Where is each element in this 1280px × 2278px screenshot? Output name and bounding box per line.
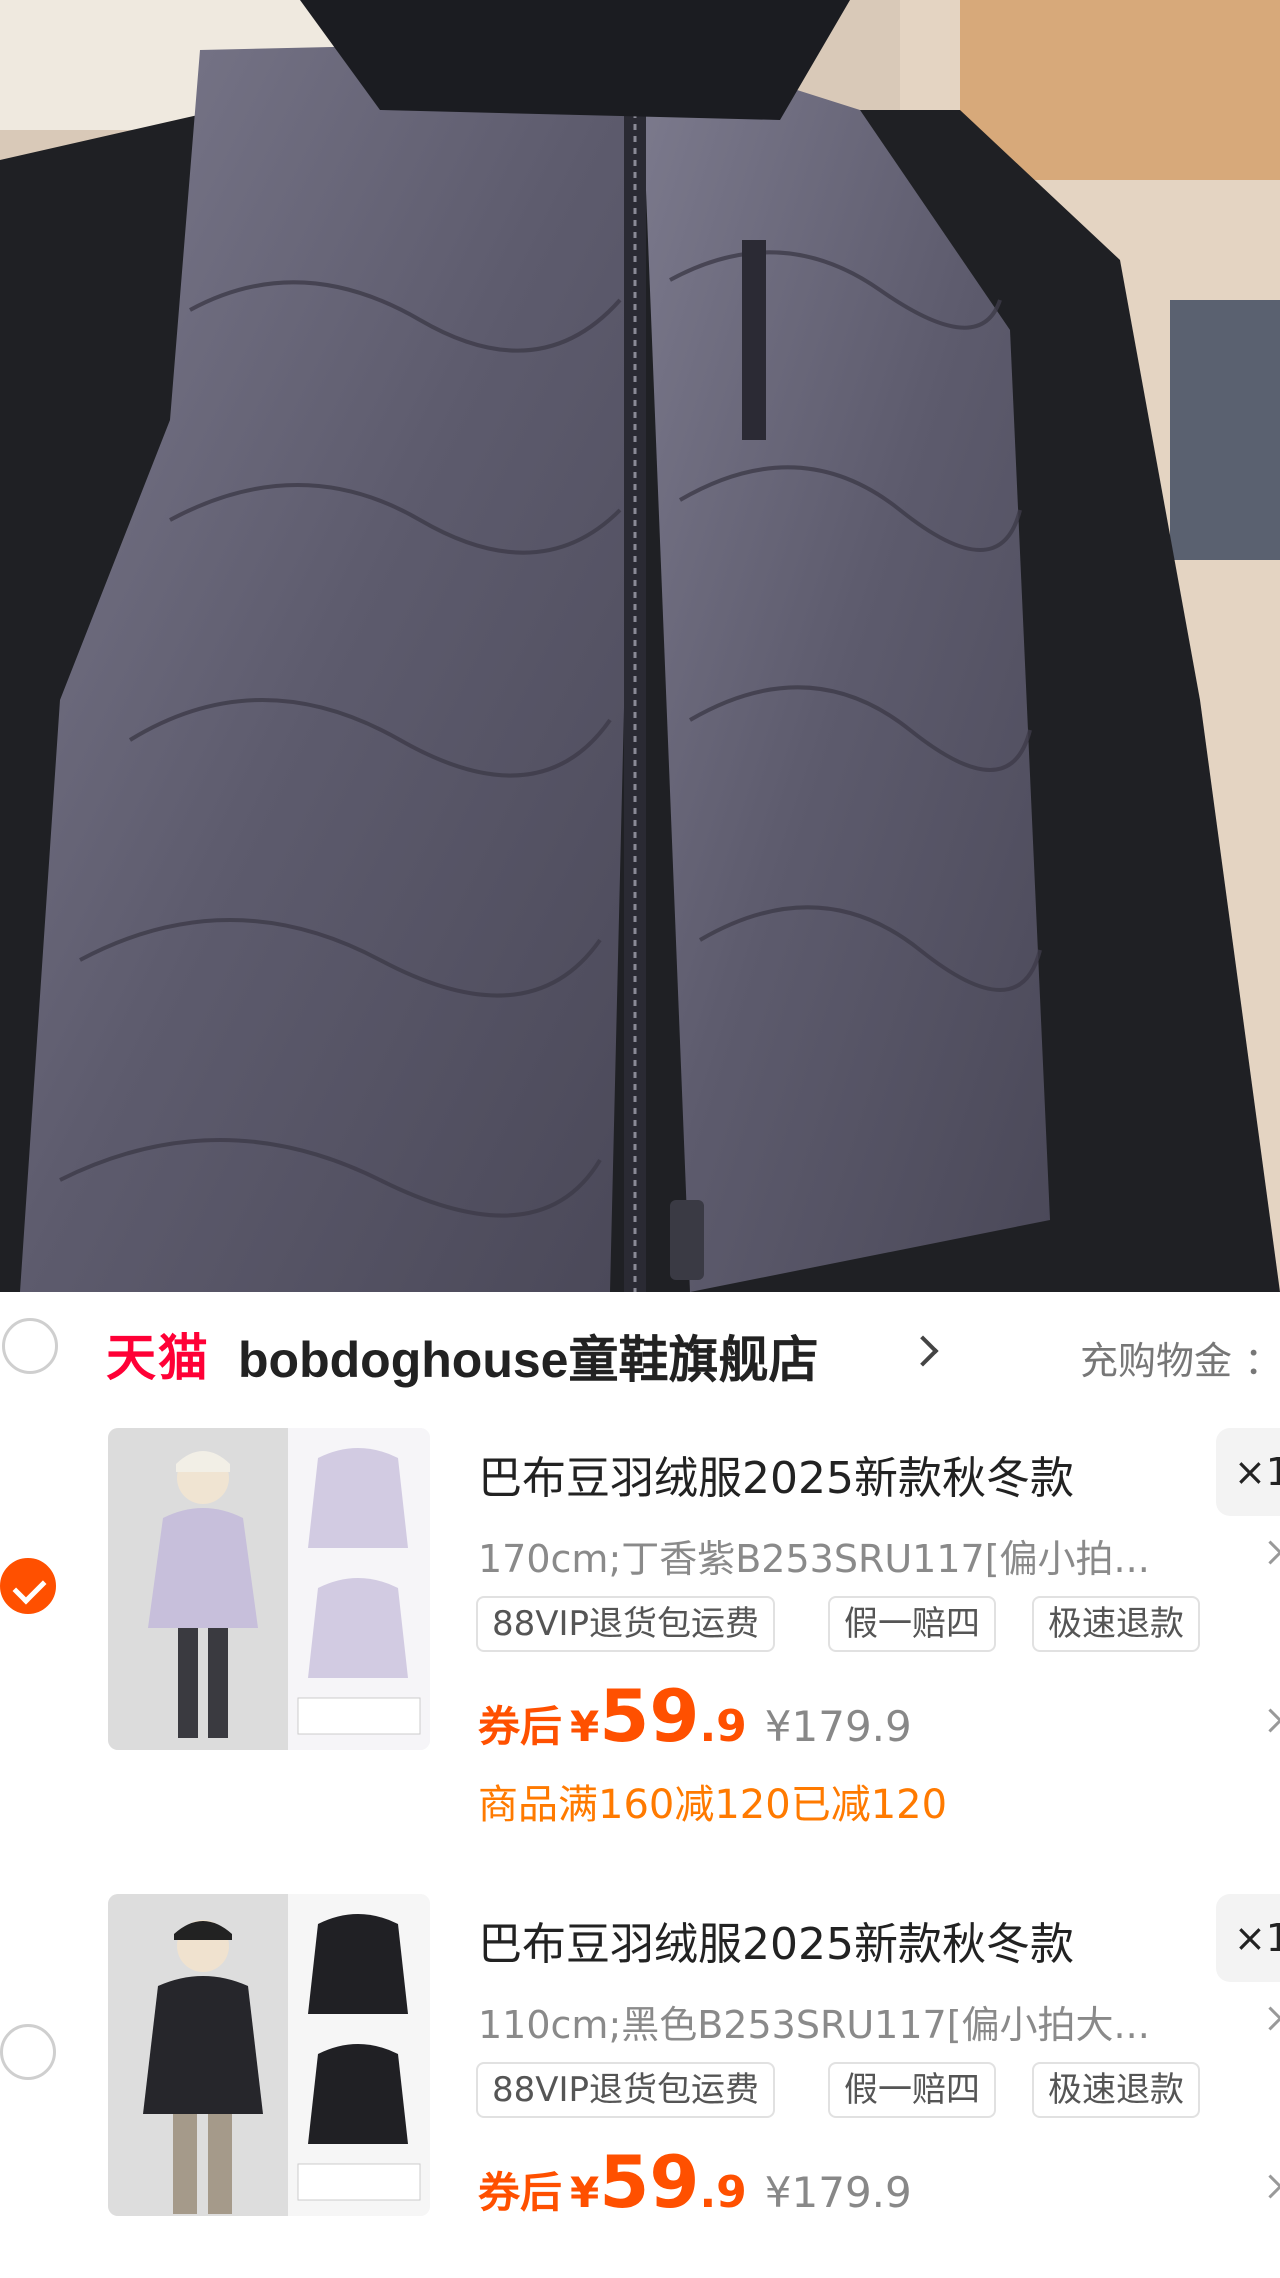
price-row: 券后 ¥59.9 ¥179.9 <box>478 2140 912 2224</box>
quantity-badge[interactable]: ×1 <box>1216 1894 1280 1982</box>
price-decimal: .9 <box>699 2167 747 2218</box>
chevron-right-icon[interactable] <box>1258 1708 1280 1733</box>
service-tag: 假一赔四 <box>828 1596 996 1652</box>
promo-text: 商品满160减120已减120 <box>478 1782 948 1828</box>
store-name-link[interactable]: bobdoghouse童鞋旗舰店 <box>238 1320 819 1392</box>
item-select-radio[interactable] <box>0 2024 56 2080</box>
product-photo <box>0 0 1280 1292</box>
original-price: ¥179.9 <box>764 1702 912 1751</box>
item-select-radio-checked[interactable] <box>0 1558 56 1614</box>
price-row: 券后 ¥59.9 ¥179.9 <box>478 1674 912 1758</box>
lilac-jacket-thumbnail <box>108 1428 430 1750</box>
sku-selector[interactable]: 170cm;丁香紫B253SRU117[偏小拍... <box>478 1528 1248 1583</box>
service-tag: 88VIP退货包运费 <box>476 2062 776 2118</box>
chevron-right-icon <box>1258 2006 1280 2031</box>
price-integer: 59 <box>599 1674 700 1758</box>
price-integer: 59 <box>599 2140 700 2224</box>
cart-item: 巴布豆羽绒服2025新款秋冬款 ×1 110cm;黑色B253SRU117[偏小… <box>0 1894 1280 2278</box>
chevron-right-icon <box>907 1335 939 1367</box>
product-thumbnail[interactable] <box>108 1428 430 1750</box>
store-select-radio[interactable] <box>2 1318 58 1374</box>
recharge-shopping-credit-link[interactable]: 充购物金 ： <box>1080 1330 1280 1385</box>
price-label: 券后 <box>478 2168 563 2217</box>
store-header: 天猫 bobdoghouse童鞋旗舰店 充购物金 ： <box>0 1292 1280 1402</box>
currency-symbol: ¥ <box>570 1702 600 1751</box>
quantity-badge[interactable]: ×1 <box>1216 1428 1280 1516</box>
original-price: ¥179.9 <box>764 2168 912 2217</box>
tmall-logo: 天猫 <box>106 1330 210 1386</box>
product-title[interactable]: 巴布豆羽绒服2025新款秋冬款 <box>478 1908 1074 1972</box>
product-thumbnail[interactable] <box>108 1894 430 2216</box>
service-tag: 88VIP退货包运费 <box>476 1596 776 1652</box>
chevron-right-icon[interactable] <box>1258 2174 1280 2199</box>
service-tag: 假一赔四 <box>828 2062 996 2118</box>
chevron-right-icon <box>1258 1540 1280 1565</box>
price-label: 券后 <box>478 1702 563 1751</box>
product-title[interactable]: 巴布豆羽绒服2025新款秋冬款 <box>478 1442 1074 1506</box>
service-tag: 极速退款 <box>1032 2062 1200 2118</box>
currency-symbol: ¥ <box>570 2168 600 2217</box>
sku-selector[interactable]: 110cm;黑色B253SRU117[偏小拍大... <box>478 1994 1248 2049</box>
cart-item: 巴布豆羽绒服2025新款秋冬款 ×1 170cm;丁香紫B253SRU117[偏… <box>0 1428 1280 1908</box>
cart-panel: 天猫 bobdoghouse童鞋旗舰店 充购物金 ： 巴布豆羽绒服2025新款秋… <box>0 1292 1280 2278</box>
price-decimal: .9 <box>699 1701 747 1752</box>
service-tag: 极速退款 <box>1032 1596 1200 1652</box>
jacket-photo-illustration <box>0 0 1280 1292</box>
black-jacket-thumbnail <box>108 1894 430 2216</box>
